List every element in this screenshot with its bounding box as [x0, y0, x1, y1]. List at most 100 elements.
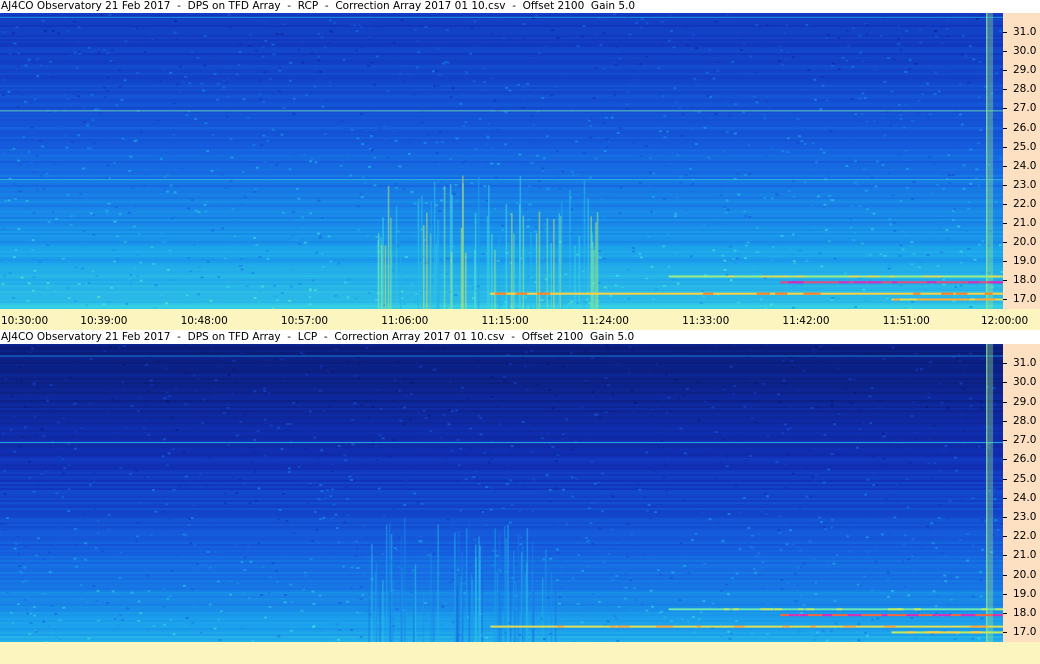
- noise-speck: [570, 476, 574, 479]
- noise-speck: [836, 297, 840, 300]
- noise-speck: [993, 488, 997, 491]
- noise-speck: [933, 548, 937, 550]
- noise-speck: [595, 33, 599, 36]
- noise-speck: [531, 510, 535, 512]
- noise-speck: [820, 521, 823, 523]
- burst-streak: [456, 574, 458, 642]
- noise-speck: [3, 79, 7, 81]
- noise-speck: [765, 95, 769, 98]
- noise-speck: [928, 528, 932, 531]
- noise-speck: [683, 564, 687, 567]
- noise-speck: [510, 445, 514, 448]
- noise-speck: [997, 511, 1001, 514]
- noise-speck: [299, 351, 303, 354]
- noise-speck: [424, 346, 428, 349]
- noise-speck: [945, 238, 949, 241]
- noise-speck: [831, 101, 835, 104]
- noise-speck: [190, 51, 194, 54]
- noise-speck: [464, 71, 468, 74]
- noise-speck: [780, 578, 784, 581]
- noise-speck: [106, 90, 109, 92]
- noise-speck: [525, 162, 529, 165]
- noise-speck: [564, 211, 568, 214]
- noise-speck: [202, 298, 206, 301]
- noise-speck: [610, 116, 614, 119]
- noise-speck: [511, 482, 515, 485]
- y-tick: 20.0: [1003, 237, 1040, 248]
- noise-speck: [112, 162, 116, 164]
- noise-speck: [182, 533, 186, 536]
- noise-speck: [405, 479, 408, 482]
- noise-speck: [722, 150, 726, 153]
- noise-speck: [34, 433, 38, 436]
- noise-speck: [679, 351, 683, 354]
- noise-speck: [210, 169, 214, 172]
- noise-speck: [172, 134, 176, 137]
- noise-speck: [735, 619, 739, 622]
- noise-speck: [119, 614, 123, 616]
- burst-streak: [550, 243, 552, 309]
- noise-speck: [607, 141, 611, 143]
- noise-speck: [786, 151, 790, 154]
- noise-speck: [821, 362, 824, 365]
- noise-speck: [194, 209, 198, 212]
- noise-speck: [506, 397, 510, 400]
- noise-speck: [558, 187, 562, 190]
- noise-speck: [460, 166, 463, 168]
- noise-speck: [860, 242, 864, 245]
- noise-speck: [790, 356, 794, 359]
- noise-speck: [33, 614, 37, 617]
- noise-speck: [983, 377, 987, 380]
- noise-speck: [744, 244, 748, 247]
- noise-speck: [200, 276, 204, 279]
- noise-speck: [91, 565, 95, 568]
- burst-streak: [486, 216, 489, 309]
- noise-speck: [24, 482, 28, 485]
- noise-speck: [36, 75, 40, 78]
- noise-speck: [927, 396, 931, 399]
- noise-speck: [350, 479, 353, 481]
- noise-speck: [668, 425, 671, 428]
- noise-speck: [868, 395, 872, 398]
- noise-speck: [416, 501, 420, 504]
- noise-speck: [861, 92, 865, 95]
- noise-speck: [644, 386, 647, 389]
- burst-streak: [433, 181, 436, 309]
- noise-speck: [589, 118, 593, 120]
- noise-speck: [176, 83, 180, 86]
- noise-speck: [679, 181, 683, 184]
- y-tick-mark: [1003, 613, 1007, 615]
- emission-speck: [926, 631, 940, 634]
- noise-speck: [969, 148, 973, 151]
- noise-speck: [19, 380, 23, 383]
- noise-speck: [75, 66, 79, 69]
- noise-speck: [543, 223, 547, 226]
- noise-speck: [454, 184, 458, 187]
- noise-speck: [965, 591, 969, 594]
- noise-speck: [528, 95, 532, 97]
- y-tick-mark: [1003, 203, 1007, 205]
- noise-speck: [729, 365, 733, 368]
- noise-speck: [579, 414, 583, 417]
- noise-speck: [549, 557, 553, 560]
- noise-speck: [190, 588, 194, 591]
- noise-speck: [92, 584, 96, 587]
- y-tick-mark: [1003, 89, 1007, 91]
- spectrogram-row: [0, 400, 1003, 402]
- spectrogram-row: [0, 37, 1003, 39]
- noise-speck: [298, 282, 302, 285]
- noise-speck: [391, 130, 395, 133]
- noise-speck: [770, 197, 774, 200]
- noise-speck: [24, 64, 28, 67]
- noise-speck: [703, 589, 707, 592]
- noise-speck: [625, 107, 629, 110]
- noise-speck: [253, 15, 257, 17]
- noise-speck: [67, 297, 71, 300]
- noise-speck: [809, 495, 813, 498]
- noise-speck: [527, 218, 531, 221]
- noise-speck: [240, 268, 244, 271]
- noise-speck: [838, 448, 842, 451]
- noise-speck: [168, 595, 172, 598]
- noise-speck: [374, 546, 378, 549]
- spectrogram-row: [0, 77, 1003, 79]
